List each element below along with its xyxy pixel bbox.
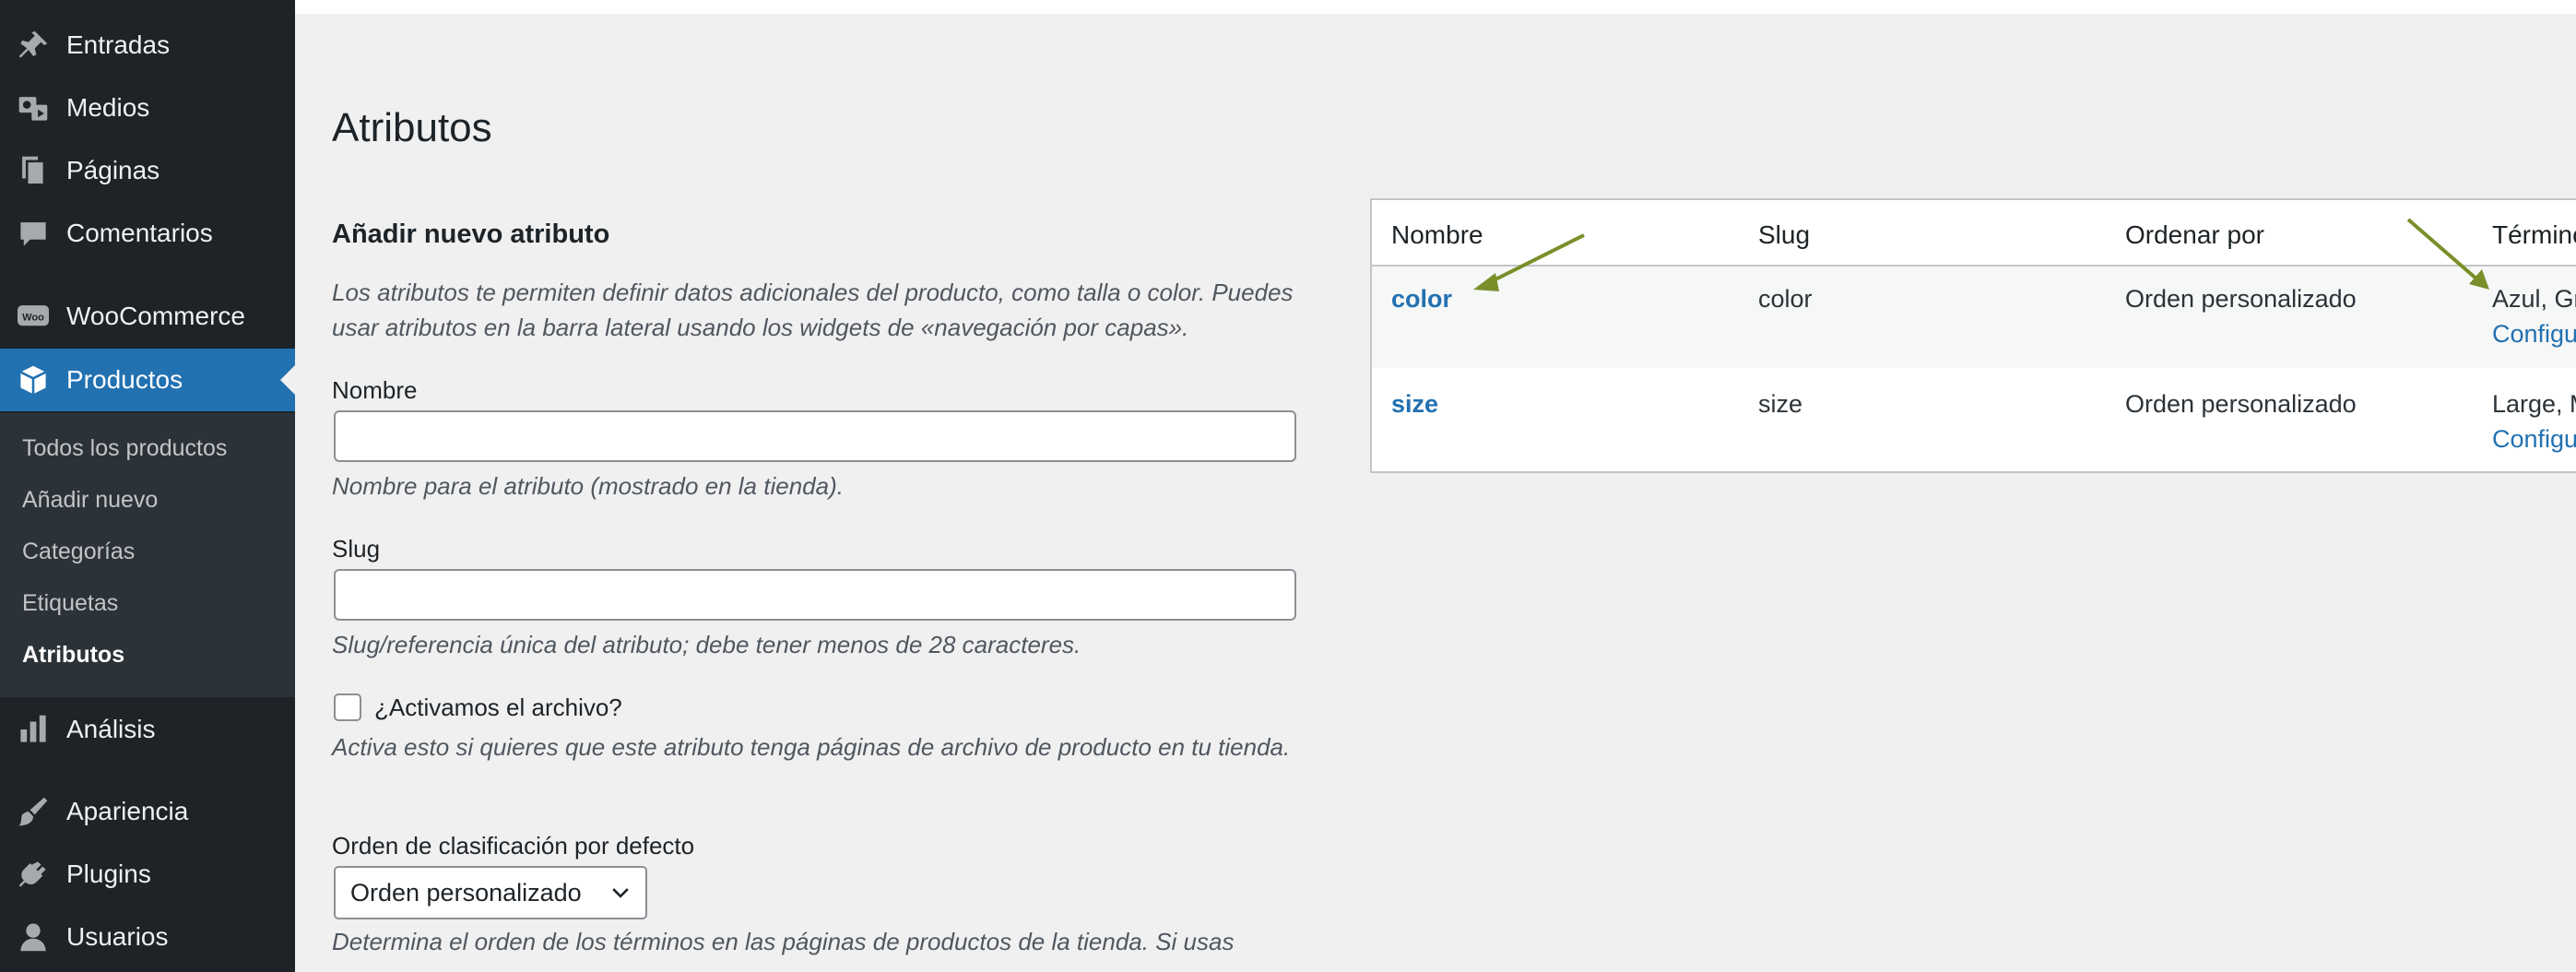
archive-label: ¿Activamos el archivo? — [374, 693, 622, 721]
table-row: size size Orden personalizado Large, Med… — [1372, 368, 2576, 469]
bar-chart-icon — [17, 713, 50, 746]
form-heading: Añadir nuevo atributo — [332, 219, 610, 249]
slug-help: Slug/referencia única del atributo; debe… — [332, 631, 1081, 658]
admin-sidebar: Entradas Medios Páginas Comentarios Woo … — [0, 0, 295, 972]
submenu-atributos[interactable]: Atributos — [22, 642, 124, 669]
attribute-slug: color — [1758, 285, 1813, 313]
attribute-slug: size — [1758, 390, 1803, 418]
submenu-anadir-nuevo[interactable]: Añadir nuevo — [22, 487, 158, 514]
sidebar-item-comentarios[interactable]: Comentarios — [0, 202, 295, 265]
column-header-ordenar-por: Ordenar por — [2125, 220, 2264, 249]
media-icon — [17, 91, 50, 124]
svg-text:Woo: Woo — [22, 312, 44, 323]
submenu-etiquetas[interactable]: Etiquetas — [22, 590, 118, 617]
order-select[interactable]: Orden personalizado — [334, 866, 647, 919]
sidebar-item-medios[interactable]: Medios — [0, 77, 295, 139]
order-select-value: Orden personalizado — [350, 878, 582, 907]
sidebar-item-label: Productos — [66, 365, 183, 394]
sidebar-item-label: Apariencia — [66, 797, 189, 825]
active-indicator — [280, 365, 295, 395]
brush-icon — [17, 795, 50, 828]
pin-icon — [17, 29, 50, 62]
attribute-terms: Azul, Gris — [2492, 285, 2576, 313]
name-input[interactable] — [334, 410, 1296, 462]
sidebar-item-label: Comentarios — [66, 219, 213, 247]
name-help: Nombre para el atributo (mostrado en la … — [332, 472, 844, 500]
form-intro: Los atributos te permiten definir datos … — [332, 279, 1294, 341]
configure-terms-link[interactable]: Configurar términos — [2492, 320, 2576, 349]
sidebar-item-woocommerce[interactable]: Woo WooCommerce — [0, 285, 295, 348]
column-header-terminos: Términos — [2492, 220, 2576, 249]
sidebar-item-label: Usuarios — [66, 922, 169, 951]
productos-submenu: Todos los productos Añadir nuevo Categor… — [0, 413, 295, 697]
page-title: Atributos — [332, 105, 492, 150]
column-header-slug: Slug — [1758, 220, 1811, 249]
configure-terms-link[interactable]: Configurar términos — [2492, 425, 2576, 454]
sidebar-item-analisis[interactable]: Análisis — [0, 698, 295, 761]
attributes-table: Nombre Slug Ordenar por Términos color c… — [1370, 198, 2576, 473]
plug-icon — [17, 858, 50, 891]
attribute-order: Orden personalizado — [2125, 390, 2357, 418]
sidebar-item-label: Entradas — [66, 30, 171, 59]
sidebar-item-label: Páginas — [66, 156, 160, 184]
attribute-name-link[interactable]: color — [1391, 285, 1452, 314]
sidebar-item-apariencia[interactable]: Apariencia — [0, 780, 295, 843]
chevron-down-icon — [612, 888, 629, 898]
archive-help: Activa esto si quieres que este atributo… — [332, 733, 1291, 761]
slug-input[interactable] — [334, 569, 1296, 621]
woocommerce-icon: Woo — [17, 300, 50, 333]
column-header-nombre[interactable]: Nombre — [1391, 220, 1483, 250]
order-label: Orden de clasificación por defecto — [332, 832, 695, 859]
top-strip — [295, 0, 2576, 14]
sidebar-item-paginas[interactable]: Páginas — [0, 139, 295, 202]
attribute-terms: Large, Medium — [2492, 390, 2576, 418]
sidebar-item-label: WooCommerce — [66, 302, 245, 330]
user-icon — [17, 920, 50, 954]
name-label: Nombre — [332, 376, 418, 404]
sidebar-item-label: Análisis — [66, 715, 156, 743]
submenu-categorias[interactable]: Categorías — [22, 539, 135, 565]
table-row: color color Orden personalizado Azul, Gr… — [1372, 267, 2576, 368]
sidebar-item-usuarios[interactable]: Usuarios — [0, 906, 295, 968]
pages-icon — [17, 154, 50, 187]
submenu-todos-los-productos[interactable]: Todos los productos — [22, 435, 227, 462]
order-help: Determina el orden de los términos en la… — [332, 928, 1235, 955]
slug-label: Slug — [332, 535, 381, 563]
product-box-icon — [17, 363, 50, 397]
attribute-order: Orden personalizado — [2125, 285, 2357, 313]
attribute-name-link[interactable]: size — [1391, 390, 1438, 419]
archive-checkbox[interactable] — [334, 693, 361, 721]
sidebar-item-label: Plugins — [66, 859, 151, 888]
sidebar-item-entradas[interactable]: Entradas — [0, 14, 295, 77]
sidebar-item-label: Medios — [66, 93, 150, 122]
sidebar-item-plugins[interactable]: Plugins — [0, 843, 295, 906]
sidebar-item-productos[interactable]: Productos — [0, 349, 295, 411]
comment-icon — [17, 217, 50, 250]
